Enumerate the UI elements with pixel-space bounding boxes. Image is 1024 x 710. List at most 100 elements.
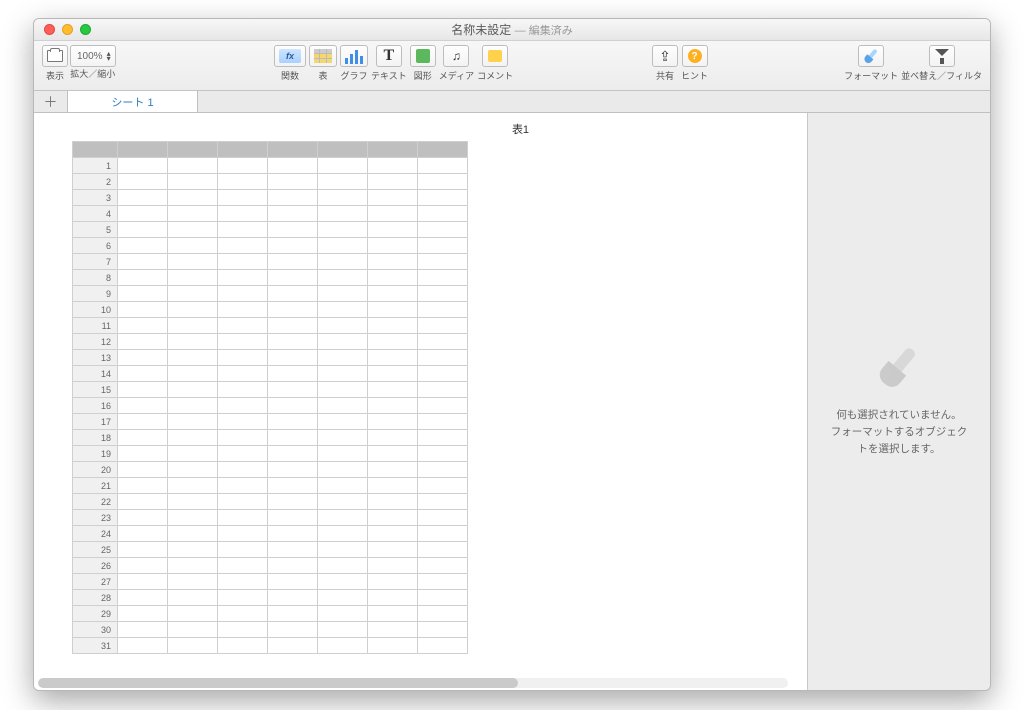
sheet-canvas[interactable]: 表1 1234567891011121314151617181920212223…: [34, 113, 807, 690]
cell[interactable]: [368, 254, 418, 270]
cell[interactable]: [418, 558, 468, 574]
text-button[interactable]: T: [376, 45, 402, 67]
cell[interactable]: [268, 318, 318, 334]
cell[interactable]: [168, 462, 218, 478]
cell[interactable]: [218, 446, 268, 462]
spreadsheet-table[interactable]: 1234567891011121314151617181920212223242…: [72, 141, 468, 654]
cell[interactable]: [118, 494, 168, 510]
cell[interactable]: [318, 222, 368, 238]
cell[interactable]: [118, 638, 168, 654]
cell[interactable]: [368, 590, 418, 606]
cell[interactable]: [418, 398, 468, 414]
cell[interactable]: [318, 574, 368, 590]
cell[interactable]: [118, 222, 168, 238]
cell[interactable]: [218, 574, 268, 590]
cell[interactable]: [268, 558, 318, 574]
cell[interactable]: [168, 446, 218, 462]
cell[interactable]: [118, 590, 168, 606]
row-number[interactable]: 25: [73, 542, 118, 558]
cell[interactable]: [318, 398, 368, 414]
cell[interactable]: [218, 638, 268, 654]
cell[interactable]: [368, 350, 418, 366]
cell[interactable]: [168, 414, 218, 430]
cell[interactable]: [418, 334, 468, 350]
cell[interactable]: [268, 206, 318, 222]
column-header[interactable]: [368, 142, 418, 158]
row-number[interactable]: 26: [73, 558, 118, 574]
cell[interactable]: [218, 158, 268, 174]
column-header[interactable]: [168, 142, 218, 158]
cell[interactable]: [168, 622, 218, 638]
cell[interactable]: [168, 638, 218, 654]
cell[interactable]: [368, 222, 418, 238]
cell[interactable]: [118, 334, 168, 350]
cell[interactable]: [368, 542, 418, 558]
comment-button[interactable]: [482, 45, 508, 67]
cell[interactable]: [418, 462, 468, 478]
cell[interactable]: [318, 254, 368, 270]
cell[interactable]: [368, 526, 418, 542]
row-number[interactable]: 12: [73, 334, 118, 350]
cell[interactable]: [218, 350, 268, 366]
cell[interactable]: [118, 622, 168, 638]
cell[interactable]: [118, 526, 168, 542]
cell[interactable]: [318, 558, 368, 574]
cell[interactable]: [368, 270, 418, 286]
cell[interactable]: [268, 286, 318, 302]
cell[interactable]: [318, 190, 368, 206]
cell[interactable]: [318, 382, 368, 398]
row-number[interactable]: 5: [73, 222, 118, 238]
cell[interactable]: [418, 446, 468, 462]
row-number[interactable]: 23: [73, 510, 118, 526]
cell[interactable]: [168, 206, 218, 222]
cell[interactable]: [268, 414, 318, 430]
cell[interactable]: [368, 478, 418, 494]
cell[interactable]: [268, 398, 318, 414]
cell[interactable]: [218, 238, 268, 254]
cell[interactable]: [268, 302, 318, 318]
cell[interactable]: [368, 366, 418, 382]
cell[interactable]: [318, 286, 368, 302]
cell[interactable]: [418, 174, 468, 190]
cell[interactable]: [118, 462, 168, 478]
cell[interactable]: [168, 350, 218, 366]
row-number[interactable]: 19: [73, 446, 118, 462]
cell[interactable]: [418, 382, 468, 398]
cell[interactable]: [368, 574, 418, 590]
cell[interactable]: [418, 286, 468, 302]
cell[interactable]: [118, 350, 168, 366]
cell[interactable]: [418, 318, 468, 334]
cell[interactable]: [368, 286, 418, 302]
cell[interactable]: [168, 222, 218, 238]
cell[interactable]: [218, 174, 268, 190]
row-number[interactable]: 17: [73, 414, 118, 430]
cell[interactable]: [168, 510, 218, 526]
cell[interactable]: [368, 430, 418, 446]
cell[interactable]: [118, 430, 168, 446]
cell[interactable]: [318, 494, 368, 510]
cell[interactable]: [318, 318, 368, 334]
cell[interactable]: [168, 574, 218, 590]
cell[interactable]: [268, 430, 318, 446]
cell[interactable]: [168, 190, 218, 206]
row-number[interactable]: 20: [73, 462, 118, 478]
corner-cell[interactable]: [73, 142, 118, 158]
cell[interactable]: [218, 494, 268, 510]
cell[interactable]: [218, 286, 268, 302]
row-number[interactable]: 24: [73, 526, 118, 542]
cell[interactable]: [268, 622, 318, 638]
table-title[interactable]: 表1: [234, 113, 807, 141]
row-number[interactable]: 2: [73, 174, 118, 190]
cell[interactable]: [418, 494, 468, 510]
cell[interactable]: [318, 590, 368, 606]
row-number[interactable]: 3: [73, 190, 118, 206]
graph-button[interactable]: [340, 45, 368, 67]
cell[interactable]: [168, 398, 218, 414]
cell[interactable]: [118, 414, 168, 430]
cell[interactable]: [268, 526, 318, 542]
cell[interactable]: [218, 590, 268, 606]
row-number[interactable]: 4: [73, 206, 118, 222]
cell[interactable]: [218, 542, 268, 558]
cell[interactable]: [268, 382, 318, 398]
cell[interactable]: [318, 542, 368, 558]
